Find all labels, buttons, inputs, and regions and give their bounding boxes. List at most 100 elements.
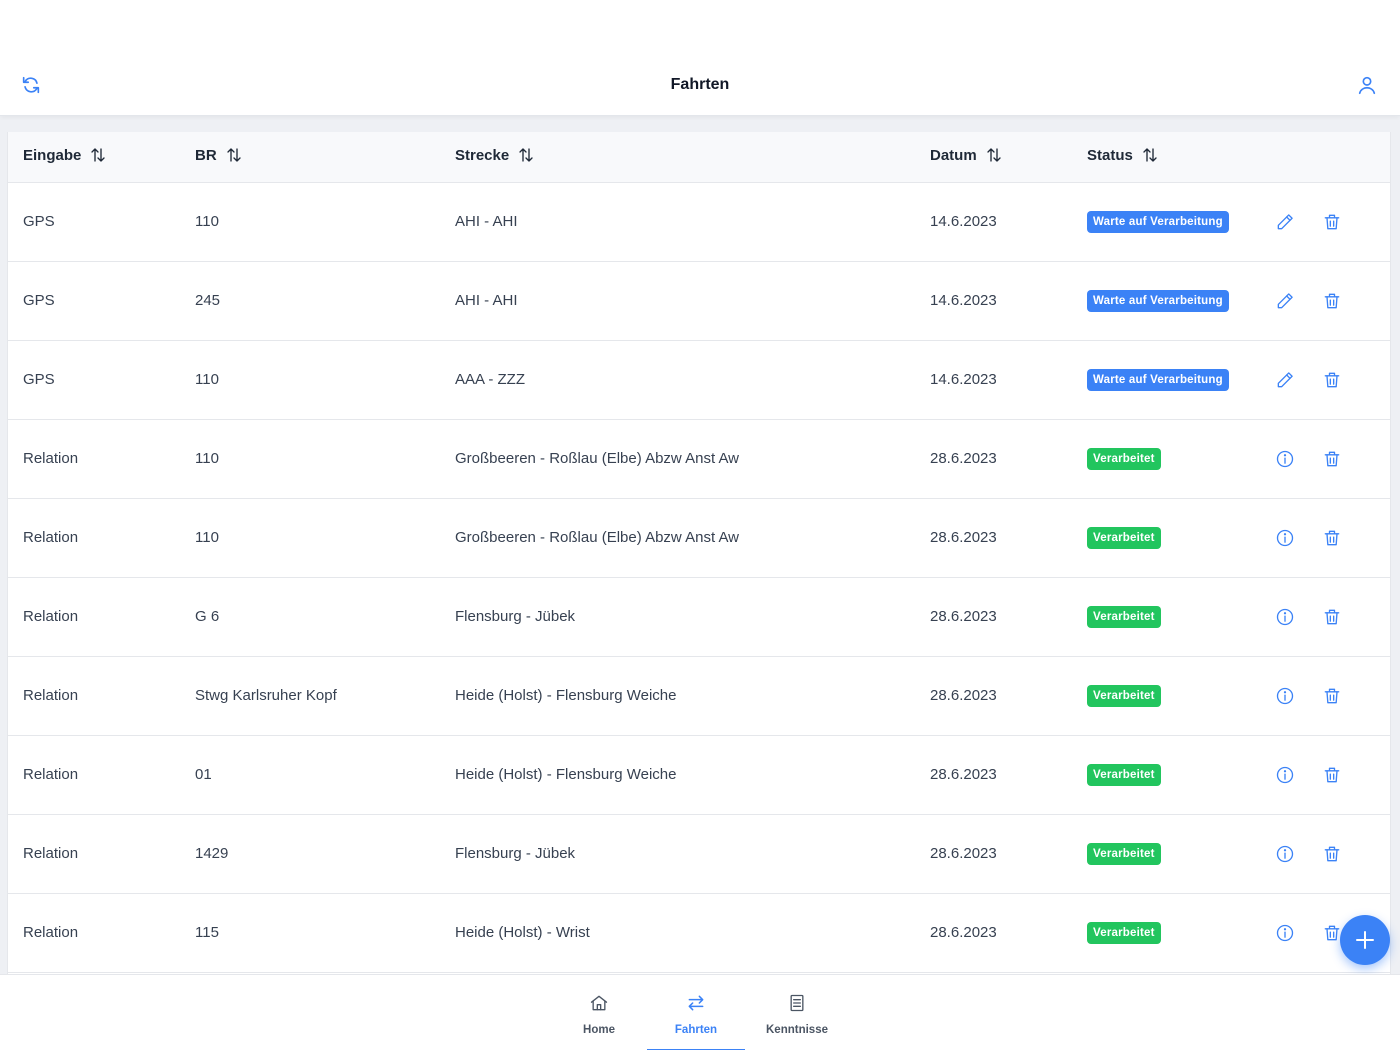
cell-status: Verarbeitet <box>1072 577 1265 657</box>
info-icon[interactable] <box>1275 686 1295 706</box>
table-row[interactable]: GPS 245 AHI - AHI 14.6.2023 Warte auf Verarb… <box>8 261 1390 341</box>
page-title: Fahrten <box>670 76 730 93</box>
trash-icon[interactable] <box>1322 528 1342 548</box>
trash-icon[interactable] <box>1322 212 1342 232</box>
column-header-eingabe[interactable]: Eingabe <box>8 132 180 183</box>
cell-eingabe: GPS <box>8 340 180 420</box>
column-header-label: Eingabe <box>23 146 82 164</box>
status-badge: Verarbeitet <box>1087 921 1161 944</box>
cell-br: 245 <box>180 261 440 341</box>
cell-actions <box>1265 182 1390 262</box>
cell-strecke: Flensburg - Jübek <box>440 814 915 894</box>
sort-icon[interactable] <box>89 146 107 168</box>
info-icon[interactable] <box>1275 607 1295 627</box>
column-header-status[interactable]: Status <box>1072 132 1265 183</box>
info-icon[interactable] <box>1275 923 1295 943</box>
trash-icon[interactable] <box>1322 291 1342 311</box>
trash-icon[interactable] <box>1322 607 1342 627</box>
sort-icon[interactable] <box>225 146 243 168</box>
status-badge: Verarbeitet <box>1087 763 1161 786</box>
swap-arrows-icon <box>686 993 706 1018</box>
cell-datum: 28.6.2023 <box>915 656 1072 736</box>
table-row[interactable]: GPS 110 AHI - AHI 14.6.2023 Warte auf Verarb… <box>8 182 1390 262</box>
cell-br: G 6 <box>180 577 440 657</box>
nav-item-label: Fahrten <box>674 1024 718 1036</box>
cell-datum: 28.6.2023 <box>915 419 1072 499</box>
document-list-icon <box>787 993 807 1018</box>
trash-icon[interactable] <box>1322 449 1342 469</box>
column-header-datum[interactable]: Datum <box>915 132 1072 183</box>
nav-item-kenntnisse[interactable]: Kenntnisse <box>748 975 846 1050</box>
cell-actions <box>1265 340 1390 420</box>
nav-item-fahrten[interactable]: Fahrten <box>647 975 745 1050</box>
status-badge: Warte auf Verarbeitung <box>1087 368 1229 391</box>
top-bar: Fahrten <box>0 0 1400 116</box>
table-row[interactable]: Relation 110 Großbeeren - Roßlau (Elbe) Ab… <box>8 419 1390 499</box>
cell-datum: 14.6.2023 <box>915 261 1072 341</box>
nav-item-label: Kenntnisse <box>766 1024 828 1036</box>
cell-strecke: AAA - ZZZ <box>440 340 915 420</box>
column-header-strecke[interactable]: Strecke <box>440 132 915 183</box>
nav-item-home[interactable]: Home <box>550 975 648 1050</box>
cell-br: Stwg Karlsruher Kopf <box>180 656 440 736</box>
sort-icon[interactable] <box>517 146 535 168</box>
cell-strecke: Großbeeren - Roßlau (Elbe) Abzw Anst Aw <box>440 498 915 578</box>
cell-eingabe: Relation <box>8 656 180 736</box>
table-row[interactable]: Relation Stwg Karlsruher Kopf Heide (Holst… <box>8 656 1390 736</box>
edit-icon[interactable] <box>1275 212 1295 232</box>
trash-icon[interactable] <box>1322 923 1342 943</box>
cell-strecke: Großbeeren - Roßlau (Elbe) Abzw Anst Aw <box>440 419 915 499</box>
status-badge: Verarbeitet <box>1087 447 1161 470</box>
add-trip-button[interactable] <box>1340 915 1390 965</box>
sort-icon[interactable] <box>985 146 1003 168</box>
cell-status: Verarbeitet <box>1072 419 1265 499</box>
trash-icon[interactable] <box>1322 765 1342 785</box>
trash-icon[interactable] <box>1322 686 1342 706</box>
cell-datum: 14.6.2023 <box>915 182 1072 262</box>
trash-icon[interactable] <box>1322 370 1342 390</box>
cell-actions <box>1265 419 1390 499</box>
info-icon[interactable] <box>1275 528 1295 548</box>
user-icon[interactable] <box>1356 74 1378 96</box>
plus-icon <box>1356 931 1374 949</box>
info-icon[interactable] <box>1275 765 1295 785</box>
table-row[interactable]: Relation 1429 Flensburg - Jübek 28.6.2023 Ve… <box>8 814 1390 894</box>
table-row[interactable]: Relation G 6 Flensburg - Jübek 28.6.2023 Ver… <box>8 577 1390 657</box>
cell-br: 110 <box>180 498 440 578</box>
trash-icon[interactable] <box>1322 844 1342 864</box>
table-row[interactable]: GPS 110 AAA - ZZZ 14.6.2023 Warte auf Verarb… <box>8 340 1390 420</box>
cell-datum: 28.6.2023 <box>915 498 1072 578</box>
cell-br: 110 <box>180 419 440 499</box>
sort-icon[interactable] <box>1141 146 1159 168</box>
home-icon <box>589 993 609 1018</box>
cell-br: 01 <box>180 735 440 815</box>
column-header-label: Datum <box>930 146 977 164</box>
cell-datum: 28.6.2023 <box>915 577 1072 657</box>
status-badge: Verarbeitet <box>1087 526 1161 549</box>
cell-eingabe: Relation <box>8 498 180 578</box>
edit-icon[interactable] <box>1275 291 1295 311</box>
status-badge: Verarbeitet <box>1087 605 1161 628</box>
info-icon[interactable] <box>1275 449 1295 469</box>
table-row[interactable]: Relation 115 Heide (Holst) - Wrist 28.6.202… <box>8 893 1390 973</box>
column-header-br[interactable]: BR <box>180 132 440 183</box>
cell-eingabe: GPS <box>8 182 180 262</box>
info-icon[interactable] <box>1275 844 1295 864</box>
cell-strecke: Flensburg - Jübek <box>440 577 915 657</box>
cell-strecke: AHI - AHI <box>440 261 915 341</box>
cell-actions <box>1265 814 1390 894</box>
cell-strecke: AHI - AHI <box>440 182 915 262</box>
bottom-nav: Home Fahrten Kenntnisse <box>0 974 1400 1050</box>
column-header-label: Status <box>1087 146 1133 164</box>
cell-status: Verarbeitet <box>1072 656 1265 736</box>
cell-status: Verarbeitet <box>1072 498 1265 578</box>
edit-icon[interactable] <box>1275 370 1295 390</box>
cell-strecke: Heide (Holst) - Wrist <box>440 893 915 973</box>
cell-actions <box>1265 735 1390 815</box>
table-row[interactable]: Relation 01 Heide (Holst) - Flensburg Weic… <box>8 735 1390 815</box>
cell-status: Verarbeitet <box>1072 735 1265 815</box>
table-row[interactable]: Relation 110 Großbeeren - Roßlau (Elbe) Ab… <box>8 498 1390 578</box>
cell-br: 1429 <box>180 814 440 894</box>
status-badge: Verarbeitet <box>1087 842 1161 865</box>
status-badge: Warte auf Verarbeitung <box>1087 289 1229 312</box>
